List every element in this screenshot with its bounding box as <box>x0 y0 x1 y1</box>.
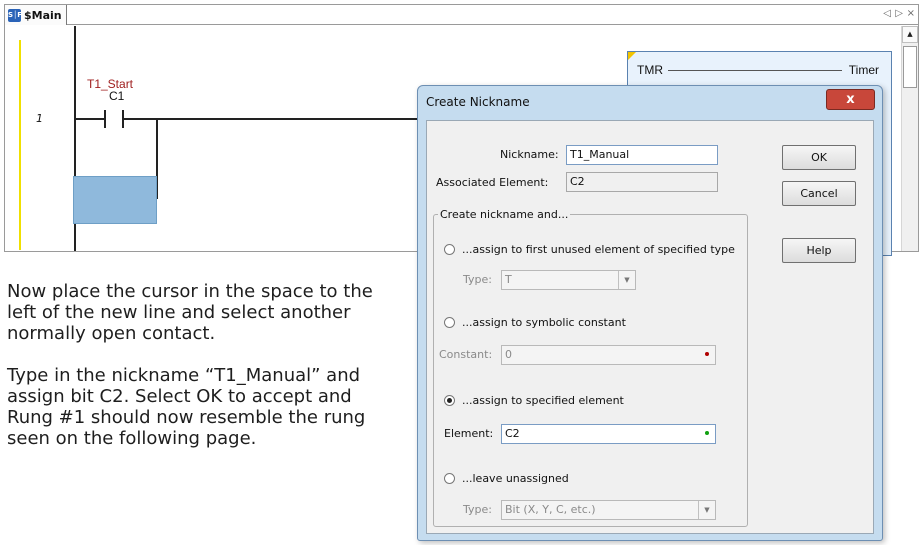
option-unassigned-label[interactable]: ...leave unassigned <box>462 472 569 485</box>
tab-close-icon[interactable]: × <box>907 8 915 20</box>
type-select: T ▼ <box>501 270 636 290</box>
scroll-thumb[interactable] <box>903 46 917 88</box>
contact-address: C1 <box>109 89 125 103</box>
dialog-title: Create Nickname <box>426 95 530 109</box>
cancel-button[interactable]: Cancel <box>782 181 856 206</box>
nickname-input[interactable]: T1_Manual <box>566 145 718 165</box>
timer-corner-flag <box>628 52 636 60</box>
tab-bar: S│F $Main ◁ ▷ × <box>5 5 918 25</box>
program-icon: S│F <box>8 8 22 22</box>
type-label: Type: <box>463 273 492 286</box>
type-label-2: Type: <box>463 503 492 516</box>
vertical-scrollbar[interactable]: ▲ <box>901 26 918 251</box>
create-options-group: Create nickname and... ...assign to firs… <box>433 208 748 527</box>
edit-cursor[interactable] <box>73 176 157 224</box>
associated-element-label: Associated Element: <box>436 176 549 189</box>
timer-rule <box>668 70 842 71</box>
instruction-text: Now place the cursor in the space to the… <box>7 281 402 470</box>
bit-type-value: Bit (X, Y, C, etc.) <box>505 503 596 516</box>
associated-element-field: C2 <box>566 172 718 192</box>
element-label: Element: <box>444 427 494 440</box>
status-dot-green <box>705 431 709 435</box>
tab-next-icon[interactable]: ▷ <box>895 8 903 20</box>
option-specified-label[interactable]: ...assign to specified element <box>462 394 624 407</box>
timer-name: Timer <box>848 63 879 77</box>
bit-type-select: Bit (X, Y, C, etc.) ▼ <box>501 500 716 520</box>
chevron-down-icon: ▼ <box>698 501 715 519</box>
group-title: Create nickname and... <box>438 208 571 221</box>
tab-prev-icon[interactable]: ◁ <box>883 8 891 20</box>
create-nickname-dialog: Create Nickname x Nickname: T1_Manual As… <box>417 85 883 541</box>
constant-label: Constant: <box>439 348 493 361</box>
radio-symbolic-constant[interactable] <box>444 317 455 328</box>
nickname-label: Nickname: <box>500 148 559 161</box>
radio-leave-unassigned[interactable] <box>444 473 455 484</box>
radio-specified-element[interactable] <box>444 395 455 406</box>
element-input[interactable]: C2 <box>501 424 716 444</box>
help-button[interactable]: Help <box>782 238 856 263</box>
option-symbolic-label[interactable]: ...assign to symbolic constant <box>462 316 626 329</box>
chevron-down-icon: ▼ <box>618 271 635 289</box>
scroll-up-icon[interactable]: ▲ <box>902 26 918 43</box>
tab-label: $Main <box>24 8 62 22</box>
dialog-body: Nickname: T1_Manual Associated Element: … <box>426 120 874 534</box>
status-dot-red <box>705 352 709 356</box>
constant-input: 0 <box>501 345 716 365</box>
timer-type: TMR <box>637 63 663 77</box>
instruction-paragraph: Type in the nickname “T1_Manual” and ass… <box>7 365 366 449</box>
option-first-unused-label[interactable]: ...assign to first unused element of spe… <box>462 243 735 256</box>
close-icon[interactable]: x <box>826 89 875 110</box>
tab-main[interactable]: S│F $Main <box>5 5 67 25</box>
element-value: C2 <box>505 427 520 440</box>
radio-first-unused[interactable] <box>444 244 455 255</box>
ok-button[interactable]: OK <box>782 145 856 170</box>
constant-value: 0 <box>505 348 512 361</box>
instruction-paragraph: Now place the cursor in the space to the… <box>7 281 373 344</box>
type-select-value: T <box>505 273 512 286</box>
